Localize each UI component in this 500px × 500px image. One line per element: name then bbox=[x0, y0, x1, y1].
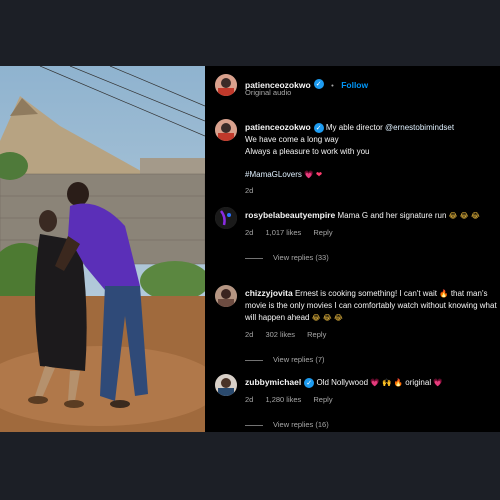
comment-text-rest: original bbox=[405, 378, 432, 387]
comment-username[interactable]: chizzyjovita bbox=[245, 288, 293, 298]
video-player[interactable] bbox=[0, 66, 205, 432]
comment-time: 2d bbox=[245, 330, 254, 339]
heart-emoji-icon: 💗 bbox=[433, 378, 443, 387]
instagram-post: patienceozokwo ✓ • Follow Original audio … bbox=[0, 66, 500, 432]
commenter-avatar[interactable] bbox=[215, 374, 237, 396]
comment-time: 2d bbox=[245, 228, 254, 237]
divider-line bbox=[245, 424, 263, 426]
comment-username[interactable]: zubbymichael bbox=[245, 377, 301, 387]
video-frame-image bbox=[0, 66, 205, 432]
comment-likes[interactable]: 1,280 likes bbox=[265, 395, 301, 404]
reply-button[interactable]: Reply bbox=[313, 395, 332, 404]
verified-badge-icon: ✓ bbox=[304, 377, 315, 388]
commenter-avatar[interactable] bbox=[215, 207, 237, 229]
comment-likes[interactable]: 302 likes bbox=[265, 330, 295, 339]
laughing-emoji-icon: 😂 😂 😂 bbox=[311, 313, 343, 322]
caption-username[interactable]: patienceozokwo bbox=[245, 122, 311, 132]
commenter-avatar[interactable] bbox=[215, 285, 237, 307]
view-replies-label: View replies (16) bbox=[273, 420, 329, 429]
view-replies-label: View replies (33) bbox=[273, 253, 329, 262]
divider-line bbox=[245, 257, 263, 259]
caption-line-3: Always a pleasure to work with you bbox=[245, 147, 370, 156]
comment-item: rosybelabeautyempire Mama G and her sign… bbox=[245, 209, 495, 264]
comment-username[interactable]: rosybelabeautyempire bbox=[245, 210, 335, 220]
caption: patienceozokwo ✓ My able director @ernest… bbox=[245, 121, 495, 197]
verified-badge-icon: ✓ bbox=[313, 122, 324, 133]
view-replies-button[interactable]: View replies (16) bbox=[245, 419, 495, 431]
view-replies-button[interactable]: View replies (33) bbox=[245, 252, 495, 264]
heart-emoji-icon: 💗 ❤ bbox=[304, 170, 323, 179]
comment-text: Old Nollywood bbox=[316, 378, 369, 387]
follow-button[interactable]: Follow bbox=[341, 80, 368, 90]
comment-item: zubbymichael ✓ Old Nollywood 💗 🙌 🔥 origin… bbox=[245, 376, 495, 431]
mention-link[interactable]: @ernestobimindset bbox=[385, 123, 454, 132]
reply-button[interactable]: Reply bbox=[313, 228, 332, 237]
comment-item: chizzyjovita Ernest is cooking something… bbox=[245, 287, 497, 366]
fire-emoji-icon: 🔥 bbox=[439, 289, 449, 298]
comment-text: Mama G and her signature run bbox=[337, 211, 447, 220]
view-replies-button[interactable]: View replies (7) bbox=[245, 354, 497, 366]
caption-line-2: We have come a long way bbox=[245, 135, 339, 144]
verified-badge-icon: ✓ bbox=[313, 78, 324, 89]
view-replies-label: View replies (7) bbox=[273, 355, 325, 364]
comments-panel: patienceozokwo ✓ • Follow Original audio … bbox=[205, 66, 500, 432]
comment-time: 2d bbox=[245, 395, 254, 404]
heart-hands-fire-emoji-icon: 💗 🙌 🔥 bbox=[370, 378, 404, 387]
author-avatar[interactable] bbox=[215, 74, 237, 96]
comment-likes[interactable]: 1,017 likes bbox=[265, 228, 301, 237]
laughing-emoji-icon: 😂 😂 😂 bbox=[448, 211, 480, 220]
comment-text: Ernest is cooking something! I can't wai… bbox=[294, 289, 437, 298]
caption-text: My able director bbox=[325, 123, 383, 132]
caption-time: 2d bbox=[245, 186, 254, 195]
divider-line bbox=[245, 359, 263, 361]
caption-avatar[interactable] bbox=[215, 119, 237, 141]
audio-label[interactable]: Original audio bbox=[245, 88, 291, 97]
separator-dot: • bbox=[331, 81, 334, 90]
hashtag-link[interactable]: #MamaGLovers bbox=[245, 170, 302, 179]
reply-button[interactable]: Reply bbox=[307, 330, 326, 339]
